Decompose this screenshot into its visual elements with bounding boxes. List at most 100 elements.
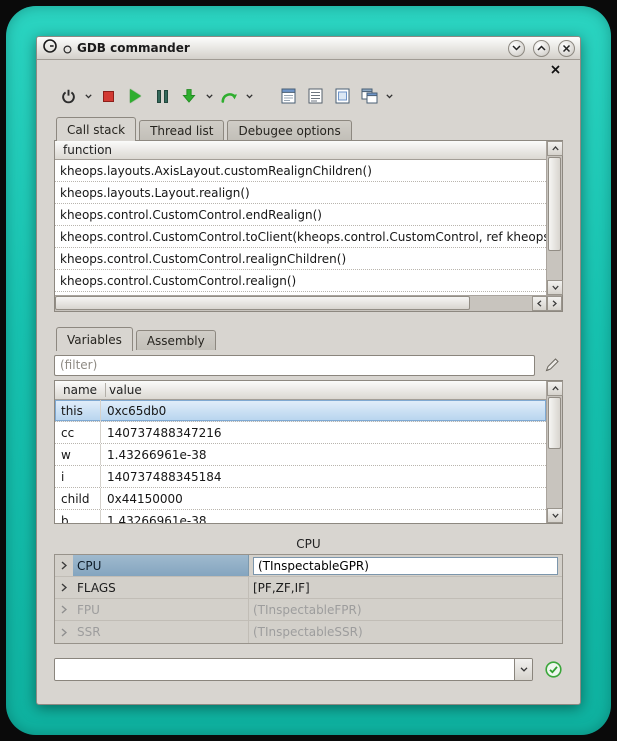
- close-button[interactable]: [558, 40, 575, 57]
- callstack-row[interactable]: kheops.control.CustomControl.endRealign(…: [55, 204, 546, 226]
- variable-name: i: [55, 466, 101, 487]
- step-into-dropdown-icon[interactable]: [204, 83, 214, 109]
- callstack-column-header[interactable]: function: [55, 141, 546, 160]
- tab-thread-list[interactable]: Thread list: [139, 120, 224, 140]
- callstack-row[interactable]: kheops.layouts.AxisLayout.customRealignC…: [55, 160, 546, 182]
- filter-input[interactable]: [54, 355, 535, 376]
- power-dropdown-icon[interactable]: [83, 83, 93, 109]
- callstack-row[interactable]: kheops.layouts.Layout.realign(): [55, 182, 546, 204]
- command-input[interactable]: [55, 659, 514, 680]
- cpu-value-field[interactable]: [253, 557, 558, 575]
- combo-dropdown-icon[interactable]: [514, 659, 532, 680]
- variable-row[interactable]: child 0x44150000: [55, 488, 546, 510]
- debug-toolbar: [54, 78, 563, 114]
- variables-tabbar: Variables Assembly: [54, 326, 563, 350]
- tab-variables[interactable]: Variables: [56, 327, 133, 351]
- variable-row[interactable]: this 0xc65db0: [55, 400, 546, 422]
- callstack-tabbar: Call stack Thread list Debugee options: [54, 116, 563, 140]
- window-title: GDB commander: [77, 41, 190, 55]
- step-into-button[interactable]: [177, 83, 201, 109]
- pane-splitter[interactable]: [54, 312, 563, 326]
- cpu-row-name: FLAGS: [73, 577, 249, 598]
- scrollbar-track[interactable]: [547, 396, 562, 508]
- scroll-up-button[interactable]: [547, 381, 563, 396]
- scrollbar-track[interactable]: [55, 296, 532, 311]
- scroll-left-button[interactable]: [532, 296, 547, 311]
- command-combobox[interactable]: [54, 658, 533, 681]
- app-icon[interactable]: [42, 38, 58, 58]
- expand-chevron-icon[interactable]: [55, 555, 73, 576]
- step-over-button[interactable]: [217, 83, 241, 109]
- variable-value: 0xc65db0: [101, 400, 546, 421]
- tab-call-stack[interactable]: Call stack: [56, 117, 136, 141]
- list-button[interactable]: [303, 83, 327, 109]
- cpu-row-name: CPU: [73, 555, 249, 576]
- column-function: function: [60, 143, 115, 157]
- callstack-table: function kheops.layouts.AxisLayout.custo…: [54, 140, 563, 312]
- cpu-row-value: (TInspectableFPR): [249, 599, 562, 620]
- window-list-dropdown-icon[interactable]: [384, 83, 394, 109]
- dock-close-icon[interactable]: [547, 62, 563, 76]
- scrollbar-thumb[interactable]: [55, 296, 470, 310]
- cpu-row[interactable]: CPU: [55, 555, 562, 577]
- scrollbar-thumb[interactable]: [548, 397, 561, 449]
- variable-row[interactable]: i 140737488345184: [55, 466, 546, 488]
- variable-value: 0x44150000: [101, 488, 546, 509]
- titlebar[interactable]: GDB commander: [37, 37, 580, 60]
- variable-row[interactable]: w 1.43266961e-38: [55, 444, 546, 466]
- column-name: name: [60, 383, 106, 397]
- variables-column-header[interactable]: name value: [55, 381, 546, 400]
- scroll-right-button[interactable]: [547, 296, 562, 311]
- variables-table-body: name value this 0xc65db0 cc 140737488347…: [55, 381, 546, 523]
- variable-row[interactable]: cc 140737488347216: [55, 422, 546, 444]
- step-over-dropdown-icon[interactable]: [244, 83, 254, 109]
- tab-debugee-options[interactable]: Debugee options: [227, 120, 351, 140]
- variable-name: b: [55, 510, 101, 523]
- cpu-panel-title: CPU: [54, 534, 563, 554]
- teal-window-frame: GDB commander: [6, 6, 611, 735]
- accept-command-button[interactable]: [543, 661, 563, 678]
- pause-button[interactable]: [150, 83, 174, 109]
- scroll-down-button[interactable]: [547, 280, 563, 295]
- minimize-button[interactable]: [508, 40, 525, 57]
- stop-button[interactable]: [96, 83, 120, 109]
- window-list-button[interactable]: [357, 83, 381, 109]
- tab-assembly[interactable]: Assembly: [136, 330, 216, 350]
- scroll-down-button[interactable]: [547, 508, 563, 523]
- expand-chevron-icon[interactable]: [55, 599, 73, 620]
- expand-chevron-icon[interactable]: [55, 577, 73, 598]
- variable-row[interactable]: b 1.43266961e-38: [55, 510, 546, 523]
- dock-header: [54, 60, 563, 78]
- variables-vertical-scrollbar[interactable]: [546, 381, 562, 523]
- pause-icon: [157, 90, 168, 103]
- callstack-row[interactable]: kheops.control.CustomControl.realignChil…: [55, 248, 546, 270]
- callstack-row[interactable]: kheops.control.CustomControl.toClient(kh…: [55, 226, 546, 248]
- variable-name: child: [55, 488, 101, 509]
- cpu-row-name: FPU: [73, 599, 249, 620]
- callstack-horizontal-scrollbar[interactable]: [55, 295, 562, 311]
- maximize-button[interactable]: [533, 40, 550, 57]
- expand-chevron-icon[interactable]: [55, 621, 73, 643]
- power-button[interactable]: [56, 83, 80, 109]
- cpu-row-name: SSR: [73, 621, 249, 643]
- filter-options-icon[interactable]: [541, 357, 563, 373]
- variable-name: cc: [55, 422, 101, 443]
- scrollbar-track[interactable]: [547, 156, 562, 280]
- dock-content: Call stack Thread list Debugee options f…: [37, 60, 580, 704]
- scroll-up-button[interactable]: [547, 141, 563, 156]
- source-editor-button[interactable]: [276, 83, 300, 109]
- run-button[interactable]: [123, 83, 147, 109]
- scrollbar-thumb[interactable]: [548, 157, 561, 251]
- callstack-vertical-scrollbar[interactable]: [546, 141, 562, 295]
- callstack-row[interactable]: kheops.control.CustomControl.realign(): [55, 270, 546, 292]
- cpu-row[interactable]: FPU (TInspectableFPR): [55, 599, 562, 621]
- variable-value: 140737488345184: [101, 466, 546, 487]
- cpu-row[interactable]: FLAGS [PF,ZF,IF]: [55, 577, 562, 599]
- variables-filter-row: [54, 352, 563, 378]
- cpu-row[interactable]: SSR (TInspectableSSR): [55, 621, 562, 643]
- column-value: value: [106, 383, 145, 397]
- variables-table: name value this 0xc65db0 cc 140737488347…: [54, 380, 563, 524]
- watch-window-button[interactable]: [330, 83, 354, 109]
- variable-name: this: [55, 400, 101, 421]
- cpu-row-value: [249, 555, 562, 576]
